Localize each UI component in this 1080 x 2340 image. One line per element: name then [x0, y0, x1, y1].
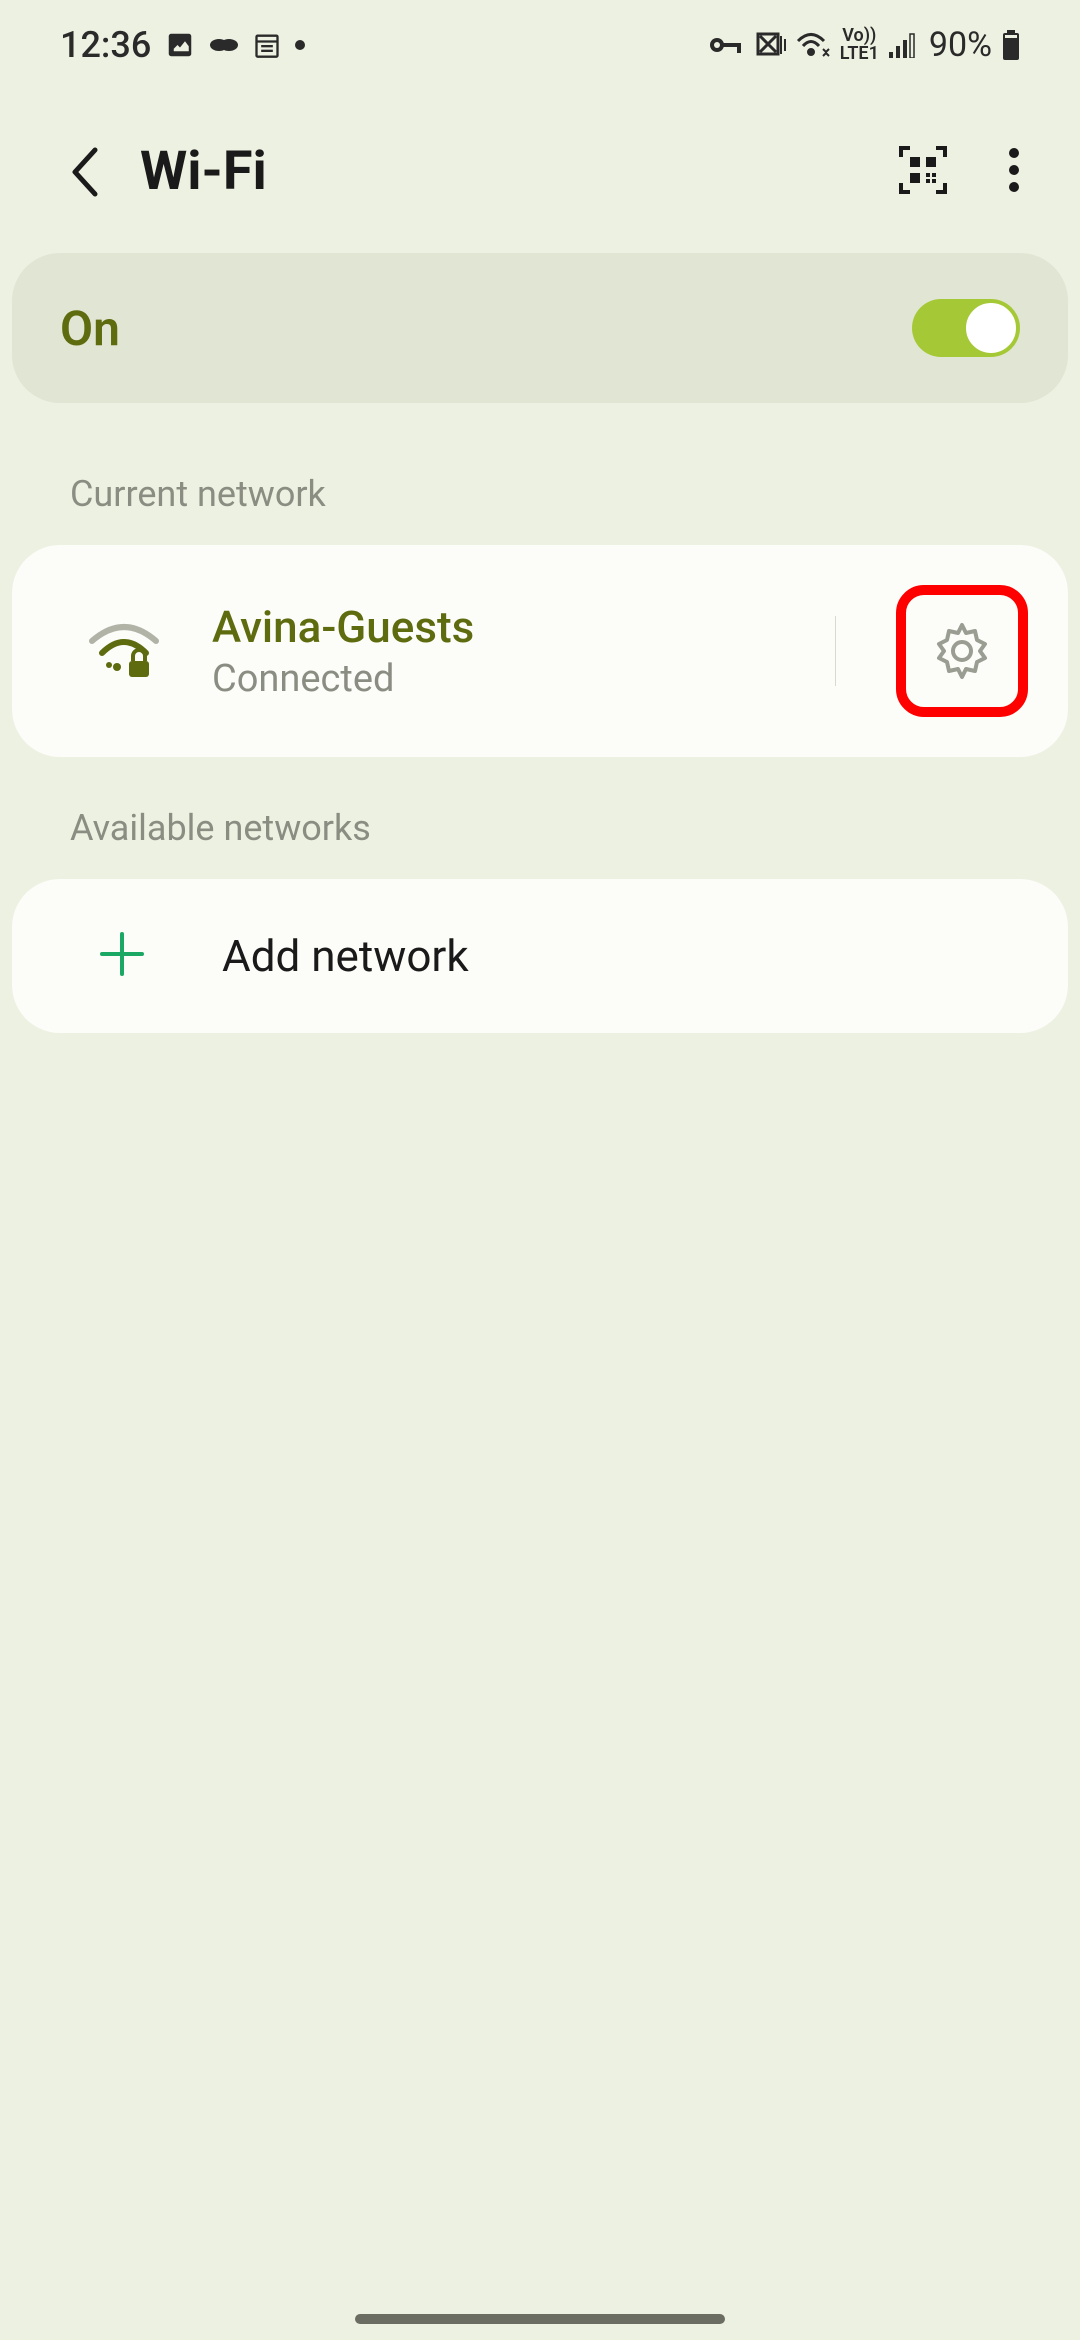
- available-networks-label: Available networks: [0, 757, 1080, 879]
- wifi-toggle-label: On: [60, 300, 120, 357]
- vpn-key-icon: [708, 35, 744, 55]
- header-actions: [898, 145, 1020, 199]
- back-button[interactable]: [60, 147, 110, 197]
- current-network-label: Current network: [0, 403, 1080, 545]
- more-dot-icon: [295, 40, 305, 50]
- more-options-button[interactable]: [1008, 145, 1020, 199]
- available-networks-card: Add network: [12, 879, 1068, 1033]
- image-icon: [165, 30, 195, 60]
- page-title: Wi-Fi: [140, 140, 868, 203]
- network-name: Avina-Guests: [212, 601, 785, 653]
- current-network-card: Avina-Guests Connected: [12, 545, 1068, 757]
- status-time: 12:36: [60, 24, 151, 66]
- lte-indicator: Vo)) LTE1: [840, 27, 879, 63]
- add-network-label: Add network: [222, 930, 469, 982]
- status-left: 12:36: [60, 24, 305, 66]
- add-network-row[interactable]: Add network: [12, 879, 1068, 1033]
- wifi-toggle-switch[interactable]: [912, 299, 1020, 357]
- current-network-row[interactable]: Avina-Guests Connected: [12, 545, 1068, 757]
- battery-percent: 90%: [929, 25, 992, 65]
- battery-icon: [1002, 30, 1020, 60]
- status-right: Vo)) LTE1 90%: [708, 25, 1020, 65]
- page-header: Wi-Fi: [0, 90, 1080, 253]
- wifi-toggle-card[interactable]: On: [12, 253, 1068, 403]
- wifi-toggle-thumb: [964, 301, 1018, 355]
- wifi-status-icon: [796, 31, 830, 59]
- qr-scan-button[interactable]: [898, 145, 948, 199]
- notification-icon-1: [209, 33, 239, 57]
- vibrate-icon: [754, 30, 786, 60]
- status-bar: 12:36 Vo)) LTE1 90%: [0, 0, 1080, 90]
- calendar-icon: [253, 31, 281, 59]
- network-status: Connected: [212, 657, 785, 701]
- network-settings-button[interactable]: [896, 585, 1028, 717]
- plus-icon: [97, 929, 147, 983]
- navigation-handle[interactable]: [355, 2314, 725, 2324]
- signal-icon: [889, 32, 919, 58]
- network-info: Avina-Guests Connected: [212, 601, 785, 701]
- divider: [835, 616, 836, 686]
- wifi-secured-icon: [87, 621, 162, 681]
